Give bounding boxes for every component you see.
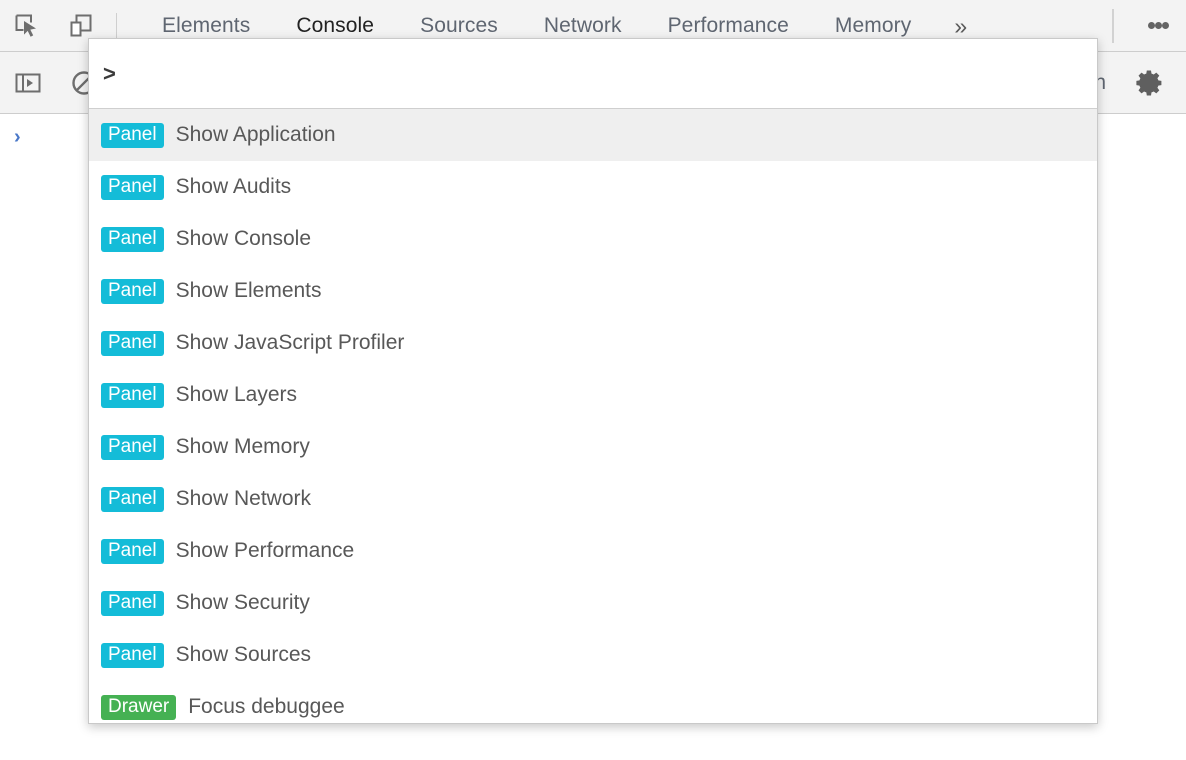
command-item-badge: Panel	[101, 331, 164, 356]
command-item-badge: Panel	[101, 383, 164, 408]
gear-icon[interactable]	[1120, 52, 1180, 114]
command-menu-item[interactable]: Panel Show Console	[89, 213, 1097, 265]
inspect-element-icon[interactable]	[0, 0, 54, 52]
command-item-badge: Panel	[101, 435, 164, 460]
command-search-input[interactable]	[124, 62, 1097, 85]
command-item-title: Show Audits	[176, 175, 292, 199]
command-item-title: Show Layers	[176, 383, 297, 407]
kebab-dot	[1162, 22, 1169, 29]
command-menu-item[interactable]: Panel Show Elements	[89, 265, 1097, 317]
kebab-dot	[1155, 22, 1162, 29]
command-item-title: Show JavaScript Profiler	[176, 331, 405, 355]
show-console-sidebar-icon[interactable]	[0, 52, 56, 114]
command-menu: > PanelShow ApplicationPanelShow AuditsP…	[88, 38, 1098, 724]
command-menu-item[interactable]: Panel Show Memory	[89, 421, 1097, 473]
console-toolbar-right: en	[1083, 52, 1186, 114]
command-item-badge: Panel	[101, 591, 164, 616]
command-item-title: Show Console	[176, 227, 311, 251]
command-menu-item[interactable]: Panel Show Network	[89, 473, 1097, 525]
command-item-badge: Panel	[101, 279, 164, 304]
command-menu-input-row[interactable]: >	[89, 39, 1097, 109]
command-item-title: Show Network	[176, 487, 311, 511]
command-item-badge: Panel	[101, 123, 164, 148]
tabbar-right-controls	[1112, 0, 1186, 52]
command-item-title: Show Performance	[176, 539, 355, 563]
command-prompt-caret: >	[103, 61, 116, 87]
command-item-title: Focus debuggee	[188, 695, 344, 719]
command-item-badge: Panel	[101, 643, 164, 668]
command-item-badge: Panel	[101, 487, 164, 512]
command-menu-item[interactable]: Panel Show Performance	[89, 525, 1097, 577]
command-item-title: Show Security	[176, 591, 310, 615]
kebab-dot	[1148, 22, 1155, 29]
tabbar-right-divider	[1112, 9, 1114, 43]
console-prompt-caret: ›	[14, 126, 21, 149]
command-menu-item[interactable]: Panel Show Sources	[89, 629, 1097, 681]
devtools-window: Elements Console Sources Network Perform…	[0, 0, 1186, 760]
command-item-badge: Panel	[101, 539, 164, 564]
command-item-title: Show Application	[176, 123, 336, 147]
toolbar-divider	[116, 13, 117, 39]
command-item-badge: Drawer	[101, 695, 176, 720]
command-menu-item[interactable]: Panel Show JavaScript Profiler	[89, 317, 1097, 369]
command-menu-list[interactable]: PanelShow ApplicationPanelShow AuditsPan…	[89, 109, 1097, 723]
command-menu-item[interactable]: Panel Show Security	[89, 577, 1097, 629]
command-menu-item[interactable]: Panel Show Audits	[89, 161, 1097, 213]
command-menu-item[interactable]: Drawer Focus debuggee	[89, 681, 1097, 723]
command-item-title: Show Memory	[176, 435, 310, 459]
command-item-title: Show Sources	[176, 643, 311, 667]
command-item-badge: Panel	[101, 227, 164, 252]
command-menu-item[interactable]: Panel Show Layers	[89, 369, 1097, 421]
command-item-title: Show Elements	[176, 279, 322, 303]
command-item-badge: Panel	[101, 175, 164, 200]
more-options-icon[interactable]	[1130, 0, 1186, 52]
command-menu-item[interactable]: Panel Show Application	[89, 109, 1097, 161]
